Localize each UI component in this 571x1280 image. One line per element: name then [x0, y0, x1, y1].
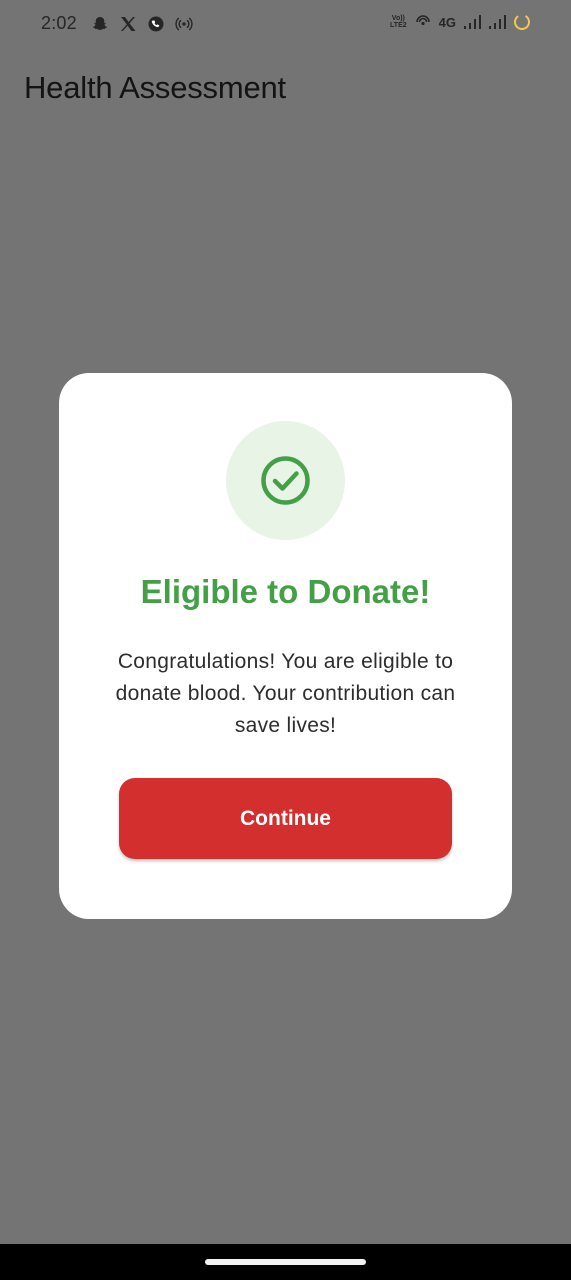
dialog-title: Eligible to Donate!: [140, 573, 431, 610]
status-time: 2:02: [41, 13, 77, 33]
x-icon: [120, 16, 136, 31]
whatsapp-icon: [148, 16, 164, 31]
hotspot-icon: [175, 17, 193, 30]
navigation-bar: [0, 1244, 571, 1280]
success-badge: [226, 421, 345, 540]
volte-top-label: Vo)): [391, 15, 405, 22]
status-left: 2:02: [41, 13, 193, 34]
volte-icon: Vo)) LTE2: [390, 15, 407, 29]
volte-bottom-label: LTE2: [390, 22, 407, 29]
check-circle-icon: [261, 456, 310, 505]
home-indicator[interactable]: [205, 1259, 366, 1265]
status-bar: 2:02 Vo)) LTE2 4G: [0, 0, 571, 48]
wifi-calling-icon: [415, 15, 430, 26]
signal-icon: [489, 15, 506, 29]
battery-ring-icon: [514, 14, 530, 30]
page-title: Health Assessment: [24, 70, 286, 105]
network-type: 4G: [438, 14, 456, 30]
signal-icon: [464, 15, 481, 29]
app-bar: Health Assessment: [0, 48, 571, 132]
eligibility-dialog: Eligible to Donate! Congratulations! You…: [59, 373, 512, 919]
dialog-message: Congratulations! You are eligible to don…: [115, 650, 456, 737]
status-right: Vo)) LTE2 4G: [390, 13, 531, 31]
snapchat-icon: [92, 16, 107, 30]
continue-button[interactable]: Continue: [119, 778, 452, 859]
